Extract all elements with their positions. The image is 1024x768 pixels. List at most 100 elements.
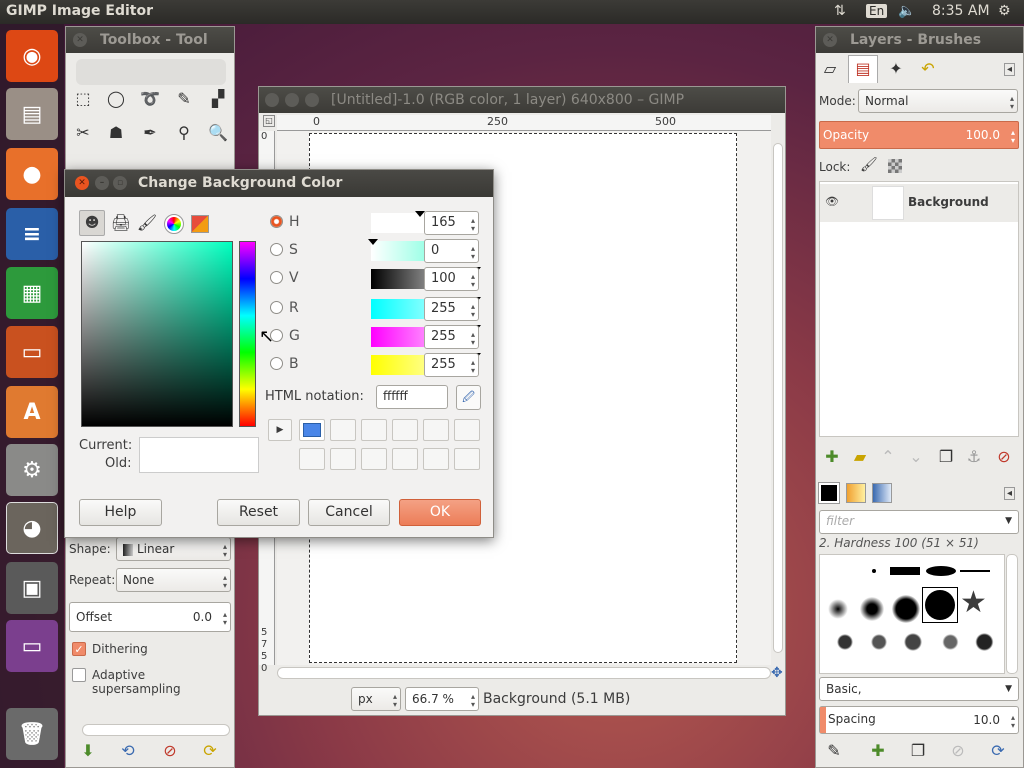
brush-grid[interactable]: ★: [819, 554, 1005, 674]
radio-g[interactable]: [270, 329, 283, 342]
new-brush-icon[interactable]: ✚: [866, 739, 890, 763]
spin-r[interactable]: 255 ▴ ▾: [424, 297, 479, 321]
spacing-spinner[interactable]: Spacing 10.0 ▴ ▾: [819, 706, 1019, 734]
save-disk-icon[interactable]: ▣: [6, 562, 58, 614]
gradients-tab-icon[interactable]: [872, 483, 892, 503]
calc-icon[interactable]: ▦: [6, 267, 58, 319]
delete-layer-icon[interactable]: ⊘: [992, 445, 1016, 469]
history-swatch[interactable]: [299, 419, 325, 441]
ubuntu-dash-icon[interactable]: ◉: [6, 30, 58, 82]
maximize-icon[interactable]: ▫: [113, 176, 127, 190]
minimize-icon[interactable]: [285, 93, 299, 107]
brush-thumb[interactable]: [872, 569, 876, 573]
channels-tab-icon[interactable]: ▤: [851, 57, 875, 81]
spin-h[interactable]: 165 ▴ ▾: [424, 211, 479, 235]
help-button[interactable]: Help: [79, 499, 162, 526]
undo-history-tab-icon[interactable]: ↶: [916, 57, 940, 81]
add-history-arrow-icon[interactable]: ▶: [268, 419, 292, 441]
history-swatch[interactable]: [454, 419, 480, 441]
history-swatch[interactable]: [423, 419, 449, 441]
color-picker-icon[interactable]: 🖉: [456, 385, 481, 410]
paths-icon[interactable]: ✒: [138, 121, 162, 145]
restore-tool-preset-icon[interactable]: ⟲: [116, 739, 140, 763]
spin-b[interactable]: 255 ▴ ▾: [424, 353, 479, 377]
history-swatch[interactable]: [392, 448, 418, 470]
vertical-scrollbar[interactable]: [771, 131, 785, 665]
cancel-button[interactable]: Cancel: [308, 499, 390, 526]
horizontal-scrollbar[interactable]: [277, 667, 771, 679]
brush-thumb[interactable]: [960, 570, 990, 572]
html-notation-input[interactable]: ffffff: [376, 385, 448, 409]
dithering-checkbox[interactable]: ✓: [72, 642, 86, 656]
ellipse-select-icon[interactable]: ◯: [104, 87, 128, 111]
paths-tab-icon[interactable]: ✦: [884, 57, 908, 81]
offset-spinner[interactable]: Offset 0.0 ▴ ▾: [69, 602, 231, 632]
history-swatch[interactable]: [392, 419, 418, 441]
brush-thumb-selected[interactable]: [922, 587, 958, 623]
anchor-layer-icon[interactable]: ⚓: [962, 445, 986, 469]
maximize-icon[interactable]: [305, 93, 319, 107]
spin-s[interactable]: 0 ▴ ▾: [424, 239, 479, 263]
clock[interactable]: 8:35 AM: [932, 3, 990, 19]
brushes-tab-icon[interactable]: [818, 482, 840, 504]
brush-thumb[interactable]: [890, 567, 920, 575]
adaptive-supersampling-checkbox[interactable]: [72, 668, 86, 682]
radio-r[interactable]: [270, 301, 283, 314]
lower-layer-icon[interactable]: ⌄: [904, 445, 928, 469]
history-swatch[interactable]: [330, 419, 356, 441]
tab-menu-icon[interactable]: ◂: [1004, 63, 1016, 76]
brush-thumb[interactable]: [828, 599, 848, 619]
raise-layer-icon[interactable]: ⌃: [876, 445, 900, 469]
new-layer-icon[interactable]: ✚: [820, 445, 844, 469]
history-swatch[interactable]: [423, 448, 449, 470]
ok-button[interactable]: OK: [399, 499, 481, 526]
radio-v[interactable]: [270, 271, 283, 284]
writer-icon[interactable]: ≡: [6, 208, 58, 260]
gimp-icon[interactable]: ◕: [6, 502, 58, 554]
tab-menu-icon[interactable]: ◂: [1004, 487, 1016, 500]
unit-combo[interactable]: px ▴ ▾: [351, 687, 401, 711]
radio-h[interactable]: [270, 215, 283, 228]
refresh-brushes-icon[interactable]: ⟳: [986, 739, 1010, 763]
workspace-switcher-icon[interactable]: ▭: [6, 620, 58, 672]
duplicate-brush-icon[interactable]: ❐: [906, 739, 930, 763]
keyboard-lang-indicator[interactable]: En: [866, 3, 888, 19]
quick-mask-corner-icon[interactable]: ◱: [263, 115, 275, 127]
history-swatch[interactable]: [361, 419, 387, 441]
layers-tab-icon[interactable]: ▱: [818, 57, 842, 81]
shape-combo[interactable]: Linear ▴ ▾: [116, 537, 231, 561]
radio-b[interactable]: [270, 357, 283, 370]
lock-pixels-icon[interactable]: 🖌: [860, 157, 878, 173]
history-swatch[interactable]: [454, 448, 480, 470]
delete-preset-icon[interactable]: ⊘: [158, 739, 182, 763]
spin-v[interactable]: 100 ▴ ▾: [424, 267, 479, 291]
lasso-icon[interactable]: ➰: [138, 87, 162, 111]
palette-selector-icon[interactable]: [191, 215, 209, 233]
spin-g[interactable]: 255 ▴ ▾: [424, 325, 479, 349]
close-icon[interactable]: ✕: [75, 176, 89, 190]
fuzzy-select-icon[interactable]: ✎: [172, 87, 196, 111]
radio-s[interactable]: [270, 243, 283, 256]
network-updown-icon[interactable]: ⇅: [834, 3, 846, 19]
mode-combo[interactable]: Normal ▴ ▾: [858, 89, 1018, 113]
impress-icon[interactable]: ▭: [6, 326, 58, 378]
color-picker-icon[interactable]: ⚲: [172, 121, 196, 145]
watercolor-selector-icon[interactable]: 🖌: [135, 211, 159, 235]
zoom-combo[interactable]: 66.7 % ▴ ▾: [405, 687, 479, 711]
reset-preset-icon[interactable]: ⟳: [198, 739, 222, 763]
history-swatch[interactable]: [330, 448, 356, 470]
delete-brush-icon[interactable]: ⊘: [946, 739, 970, 763]
gimp-selector-tab[interactable]: ☻: [79, 210, 105, 236]
system-settings-icon[interactable]: ⚙: [6, 444, 58, 496]
color-select-icon[interactable]: ▞: [206, 87, 230, 111]
brush-thumb-row[interactable]: [828, 631, 998, 653]
repeat-combo[interactable]: None ▴ ▾: [116, 568, 231, 592]
gear-icon[interactable]: ⚙: [998, 3, 1011, 19]
visibility-eye-icon[interactable]: 👁: [825, 195, 839, 208]
cmyk-selector-icon[interactable]: 🖨: [109, 211, 133, 235]
minimize-icon[interactable]: –: [95, 176, 109, 190]
wheel-selector-icon[interactable]: [164, 214, 184, 234]
reset-button[interactable]: Reset: [217, 499, 300, 526]
brush-preset-combo[interactable]: Basic, ▼: [819, 677, 1019, 701]
layer-row[interactable]: 👁 Background: [820, 184, 1018, 222]
